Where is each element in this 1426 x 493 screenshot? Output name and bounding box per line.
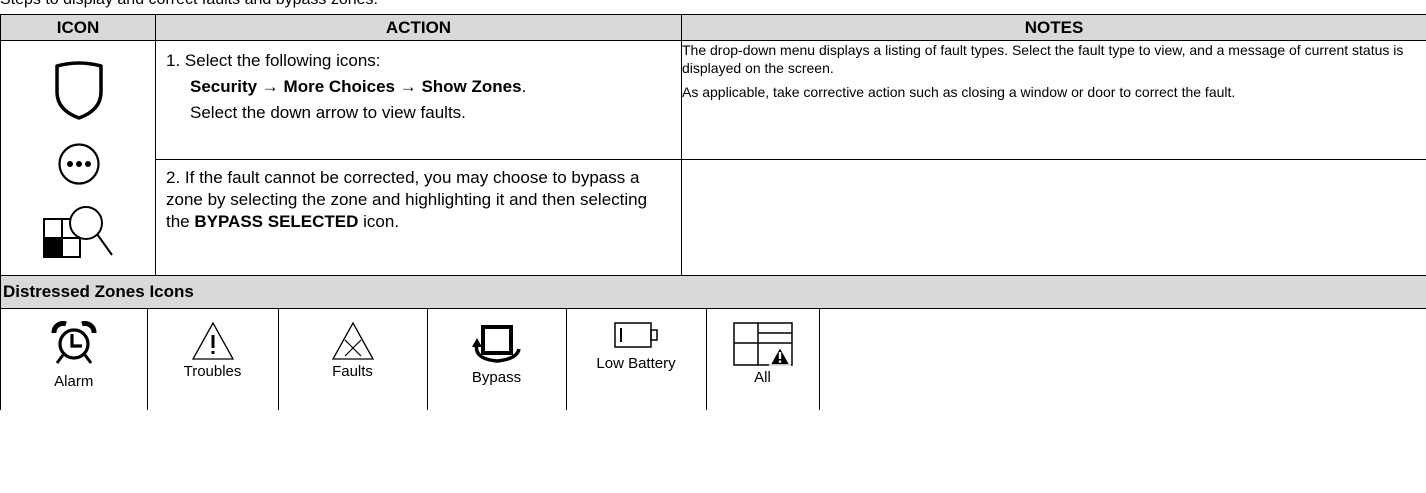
zone-faults-label: Faults	[332, 363, 373, 380]
show-zones-icon	[1, 201, 156, 263]
zone-troubles-label: Troubles	[183, 363, 242, 380]
zone-low-battery-label: Low Battery	[596, 355, 676, 372]
step1-path-bold: Security → More Choices → Show Zones	[190, 77, 522, 96]
step2-bold: BYPASS SELECTED	[194, 212, 359, 231]
zone-all-label: All	[754, 369, 771, 386]
zones-row: Alarm Troubles Faults Bypass Low Battery…	[0, 308, 1426, 410]
action-step-2: 2. If the fault cannot be corrected, you…	[155, 159, 682, 276]
distressed-zones-table: Alarm Troubles Faults Bypass Low Battery…	[1, 309, 1426, 410]
zone-bypass-label: Bypass	[471, 369, 522, 386]
all-zones-icon	[732, 322, 793, 366]
note-2: As applicable, take corrective action su…	[682, 84, 1236, 100]
step1-path-end: .	[521, 77, 527, 96]
zone-empty	[819, 309, 1426, 410]
step1-intro: 1. Select the following icons:	[166, 51, 381, 70]
zone-alarm: Alarm	[1, 309, 148, 410]
header-icon: ICON	[0, 14, 156, 41]
clipped-heading: Steps to display and correct faults and …	[0, 0, 378, 10]
header-row: ICON ACTION NOTES	[0, 14, 1426, 41]
low-battery-icon	[614, 322, 658, 348]
notes-step-1: The drop-down menu displays a listing of…	[681, 40, 1426, 160]
fault-procedure-table: ICON ACTION NOTES 1. Select the followin…	[0, 14, 1426, 410]
zone-all: All	[706, 309, 820, 410]
warning-triangle-icon	[191, 321, 234, 360]
step2-text-b: icon.	[358, 212, 400, 231]
bypass-icon	[471, 325, 521, 363]
header-notes: NOTES	[681, 14, 1426, 41]
notes-step-2	[681, 159, 1426, 276]
step2-text: 2. If the fault cannot be corrected, you…	[156, 160, 681, 275]
section-title: Distressed Zones Icons	[0, 275, 1426, 309]
step1-path: Security → More Choices → Show Zones.	[166, 76, 673, 98]
zone-low-battery: Low Battery	[566, 309, 707, 410]
zone-bypass: Bypass	[427, 309, 567, 410]
step1-hint: Select the down arrow to view faults.	[190, 103, 466, 122]
more-choices-icon	[1, 142, 156, 186]
action-step-1: 1. Select the following icons: Security …	[155, 40, 682, 160]
zone-troubles: Troubles	[147, 309, 279, 410]
fault-triangle-icon	[331, 321, 374, 360]
alarm-clock-icon	[51, 321, 97, 364]
shield-icon	[1, 58, 156, 122]
zone-alarm-label: Alarm	[54, 373, 94, 390]
icon-cell	[0, 40, 156, 276]
header-action: ACTION	[155, 14, 682, 41]
note-1: The drop-down menu displays a listing of…	[682, 42, 1404, 76]
zone-faults: Faults	[278, 309, 428, 410]
